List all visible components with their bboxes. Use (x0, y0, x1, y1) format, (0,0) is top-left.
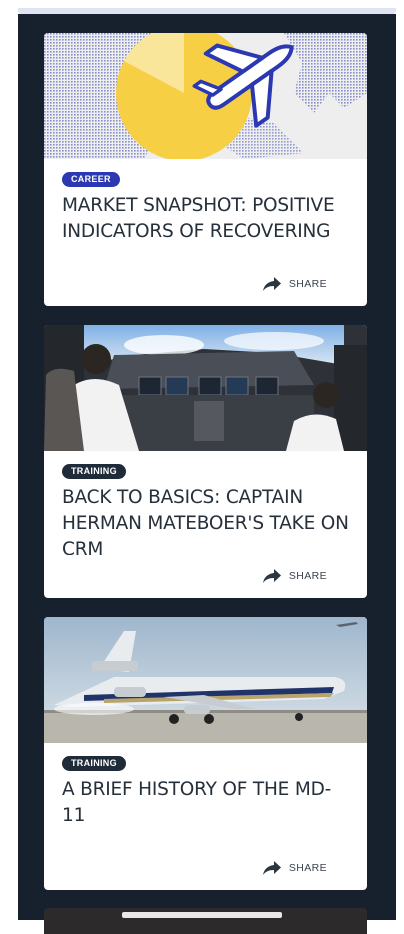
article-thumbnail[interactable] (44, 33, 367, 159)
article-card[interactable]: TRAINING BACK TO BASICS: CAPTAIN HERMAN … (44, 325, 367, 598)
article-card[interactable]: CAREER MARKET SNAPSHOT: POSITIVE INDICAT… (44, 33, 367, 306)
share-label: SHARE (288, 570, 327, 582)
map-airplane-illustration (44, 33, 367, 159)
share-button[interactable]: SHARE (262, 277, 327, 291)
article-thumbnail[interactable] (44, 617, 367, 743)
article-card-peek[interactable] (44, 908, 367, 934)
share-arrow-icon (262, 861, 281, 875)
category-tag[interactable]: CAREER (62, 172, 120, 187)
share-label: SHARE (288, 862, 327, 874)
category-tag[interactable]: TRAINING (62, 756, 126, 771)
article-title[interactable]: A BRIEF HISTORY OF THE MD-11 (62, 777, 352, 847)
category-tag[interactable]: TRAINING (62, 464, 126, 479)
share-arrow-icon (262, 569, 281, 583)
share-button[interactable]: SHARE (262, 861, 327, 875)
article-feed[interactable]: CAREER MARKET SNAPSHOT: POSITIVE INDICAT… (18, 14, 396, 934)
image-placeholder (122, 912, 282, 918)
share-button[interactable]: SHARE (262, 569, 327, 583)
share-label: SHARE (288, 278, 327, 290)
article-title[interactable]: MARKET SNAPSHOT: POSITIVE INDICATORS OF … (62, 193, 352, 263)
article-thumbnail[interactable] (44, 325, 367, 451)
article-title[interactable]: BACK TO BASICS: CAPTAIN HERMAN MATEBOER'… (62, 485, 352, 555)
cockpit-pilots-photo (44, 325, 367, 451)
share-arrow-icon (262, 277, 281, 291)
md11-aircraft-photo (44, 617, 367, 743)
article-card[interactable]: TRAINING A BRIEF HISTORY OF THE MD-11 SH… (44, 617, 367, 890)
